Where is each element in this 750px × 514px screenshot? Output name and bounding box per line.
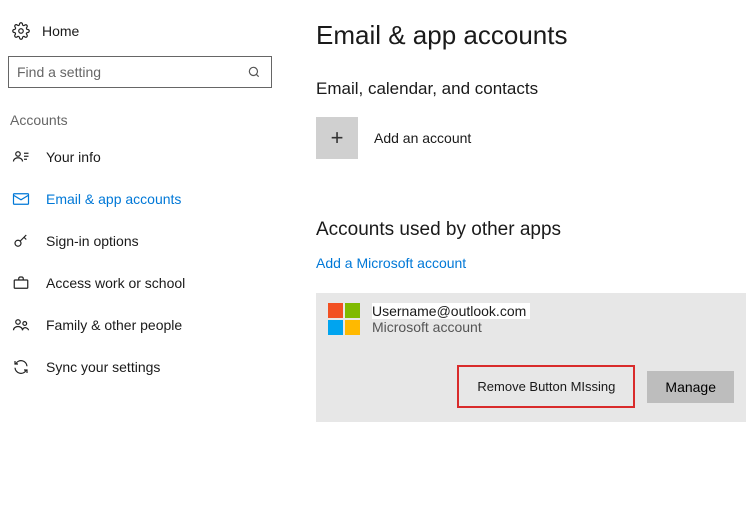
sidebar-item-sync-settings[interactable]: Sync your settings — [8, 346, 272, 388]
sidebar-item-family-other-people[interactable]: Family & other people — [8, 304, 272, 346]
nav-label: Email & app accounts — [46, 191, 181, 207]
remove-button-missing-annotation: Remove Button MIssing — [457, 365, 635, 408]
gear-icon — [12, 22, 30, 40]
section-email-calendar-contacts: Email, calendar, and contacts — [316, 79, 750, 99]
microsoft-logo-icon — [328, 303, 360, 335]
account-type: Microsoft account — [372, 319, 530, 335]
add-account-button[interactable]: + Add an account — [316, 117, 750, 159]
key-icon — [12, 232, 30, 250]
home-label: Home — [42, 23, 79, 39]
page-title: Email & app accounts — [316, 20, 750, 51]
nav-label: Sign-in options — [46, 233, 139, 249]
briefcase-icon — [12, 274, 30, 292]
content-pane: Email & app accounts Email, calendar, an… — [280, 0, 750, 514]
account-username: Username@outlook.com — [372, 303, 530, 319]
nav-label: Your info — [46, 149, 101, 165]
sync-icon — [12, 358, 30, 376]
search-input[interactable] — [17, 64, 237, 80]
add-account-label: Add an account — [374, 130, 471, 146]
nav-label: Sync your settings — [46, 359, 160, 375]
sidebar: Home Accounts Your info Email & app acco… — [0, 0, 280, 514]
mail-icon — [12, 190, 30, 208]
add-microsoft-account-link[interactable]: Add a Microsoft account — [316, 255, 466, 271]
sidebar-item-access-work-school[interactable]: Access work or school — [8, 262, 272, 304]
people-icon — [12, 316, 30, 334]
account-card[interactable]: Username@outlook.com Microsoft account R… — [316, 293, 746, 422]
home-button[interactable]: Home — [8, 22, 272, 56]
nav-label: Access work or school — [46, 275, 185, 291]
search-icon — [245, 63, 263, 81]
search-box[interactable] — [8, 56, 272, 88]
sidebar-item-email-app-accounts[interactable]: Email & app accounts — [8, 178, 272, 220]
section-label: Accounts — [8, 112, 272, 136]
sidebar-item-your-info[interactable]: Your info — [8, 136, 272, 178]
section-accounts-used-by-other-apps: Accounts used by other apps — [316, 219, 750, 241]
manage-button[interactable]: Manage — [647, 371, 734, 403]
nav-label: Family & other people — [46, 317, 182, 333]
plus-icon: + — [316, 117, 358, 159]
person-card-icon — [12, 148, 30, 166]
sidebar-item-sign-in-options[interactable]: Sign-in options — [8, 220, 272, 262]
